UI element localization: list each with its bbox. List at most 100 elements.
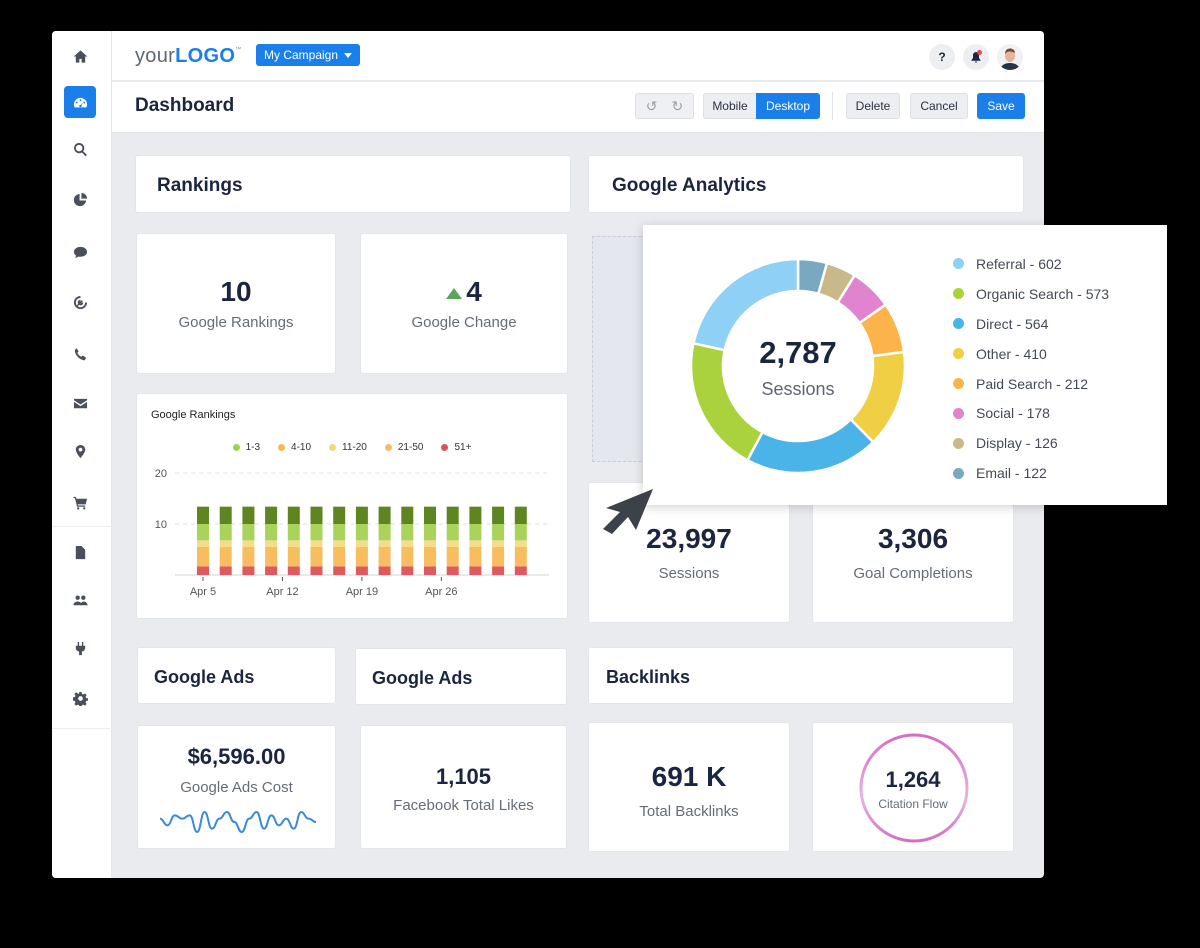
bar-segment-11-20[interactable]: [219, 540, 232, 547]
bar-segment-11-20[interactable]: [265, 540, 278, 547]
donut-legend-item[interactable]: Paid Search - 212: [953, 369, 1109, 399]
donut-legend-item[interactable]: Social - 178: [953, 398, 1109, 428]
desktop-view-button[interactable]: Desktop: [756, 93, 820, 119]
mobile-view-button[interactable]: Mobile: [703, 93, 757, 119]
bar-segment-11-20[interactable]: [492, 540, 505, 547]
bar-segment-4-10[interactable]: [492, 524, 505, 541]
delete-button[interactable]: Delete: [846, 93, 900, 119]
google-ads-cost-widget[interactable]: $6,596.00 Google Ads Cost: [137, 725, 336, 849]
donut-legend-item[interactable]: Organic Search - 573: [953, 279, 1109, 309]
bar-segment-21-50[interactable]: [265, 546, 278, 567]
bar-segment-4-10[interactable]: [287, 524, 300, 541]
bar-segment-11-20[interactable]: [401, 540, 414, 547]
bar-segment-51+[interactable]: [424, 566, 436, 575]
bar-segment-51+[interactable]: [310, 566, 323, 575]
redo-icon[interactable]: ↻: [672, 98, 684, 115]
bar-segment-1-3[interactable]: [219, 506, 232, 524]
bar-segment-21-50[interactable]: [219, 546, 232, 567]
bar-segment-1-3[interactable]: [355, 506, 368, 524]
sidebar-item-settings[interactable]: [64, 682, 96, 714]
total-backlinks-widget[interactable]: 691 K Total Backlinks: [588, 722, 790, 852]
bar-segment-51+[interactable]: [378, 566, 391, 575]
bar-segment-51+[interactable]: [242, 566, 255, 575]
notifications-button[interactable]: [963, 44, 989, 70]
bar-segment-21-50[interactable]: [355, 546, 368, 567]
bar-segment-21-50[interactable]: [492, 546, 505, 567]
bar-segment-1-3[interactable]: [310, 506, 323, 524]
donut-legend-item[interactable]: Referral - 602: [953, 249, 1109, 279]
donut-legend-item[interactable]: Direct - 564: [953, 309, 1109, 339]
bar-segment-1-3[interactable]: [492, 506, 505, 524]
bar-segment-4-10[interactable]: [401, 524, 414, 541]
google-rankings-chart-widget[interactable]: Google Rankings 1-3 4-10 11-20 21-50 51+ 10 2…: [136, 393, 568, 619]
sidebar-item-integrations[interactable]: [64, 632, 96, 664]
bar-segment-51+[interactable]: [197, 566, 209, 575]
bar-segment-51+[interactable]: [265, 566, 278, 575]
bar-segment-4-10[interactable]: [197, 524, 209, 541]
sidebar-item-analytics[interactable]: [64, 183, 96, 215]
bar-segment-21-50[interactable]: [424, 546, 436, 567]
bar-segment-11-20[interactable]: [287, 540, 300, 547]
donut-slice-direct[interactable]: [745, 417, 875, 475]
bar-segment-21-50[interactable]: [310, 546, 323, 567]
bar-segment-1-3[interactable]: [197, 506, 209, 524]
sidebar-item-users[interactable]: [64, 584, 96, 616]
help-button[interactable]: ?: [929, 44, 955, 70]
bar-segment-4-10[interactable]: [265, 524, 278, 541]
sidebar-item-social[interactable]: [64, 236, 96, 268]
sidebar-item-reports[interactable]: [64, 536, 96, 568]
donut-legend-item[interactable]: Display - 126: [953, 428, 1109, 458]
bar-segment-51+[interactable]: [401, 566, 414, 575]
bar-segment-11-20[interactable]: [378, 540, 391, 547]
sidebar-item-ppc[interactable]: [64, 286, 96, 318]
bar-segment-4-10[interactable]: [310, 524, 323, 541]
bar-segment-21-50[interactable]: [378, 546, 391, 567]
bar-segment-4-10[interactable]: [514, 524, 527, 541]
bar-segment-51+[interactable]: [469, 566, 482, 575]
bar-segment-4-10[interactable]: [378, 524, 391, 541]
bar-segment-1-3[interactable]: [287, 506, 300, 524]
bar-segment-51+[interactable]: [446, 566, 459, 575]
bar-segment-51+[interactable]: [333, 566, 346, 575]
google-rankings-widget[interactable]: 10 Google Rankings: [136, 233, 336, 374]
sidebar-item-call-tracking[interactable]: [64, 338, 96, 370]
undo-icon[interactable]: ↺: [646, 98, 658, 115]
bar-segment-21-50[interactable]: [333, 546, 346, 567]
bar-segment-11-20[interactable]: [355, 540, 368, 547]
bar-segment-21-50[interactable]: [446, 546, 459, 567]
bar-segment-11-20[interactable]: [333, 540, 346, 547]
bar-segment-4-10[interactable]: [355, 524, 368, 541]
logo[interactable]: yourLOGO™: [135, 45, 242, 68]
bar-segment-11-20[interactable]: [242, 540, 255, 547]
citation-flow-widget[interactable]: 1,264 Citation Flow: [812, 722, 1014, 852]
bar-segment-11-20[interactable]: [197, 540, 209, 547]
bar-segment-1-3[interactable]: [378, 506, 391, 524]
bar-segment-21-50[interactable]: [287, 546, 300, 567]
sidebar-item-home[interactable]: [64, 40, 96, 72]
google-change-widget[interactable]: 4 Google Change: [360, 233, 568, 374]
bar-segment-1-3[interactable]: [333, 506, 346, 524]
user-avatar[interactable]: [997, 44, 1023, 70]
sidebar-item-dashboard[interactable]: [64, 86, 96, 118]
sidebar-item-seo[interactable]: [64, 133, 96, 165]
bar-segment-4-10[interactable]: [424, 524, 436, 541]
bar-segment-4-10[interactable]: [242, 524, 255, 541]
bar-segment-4-10[interactable]: [333, 524, 346, 541]
sessions-donut-widget[interactable]: 2,787 Sessions Referral - 602 Organic Sea…: [643, 225, 1167, 505]
donut-legend-item[interactable]: Other - 410: [953, 339, 1109, 369]
bar-segment-1-3[interactable]: [469, 506, 482, 524]
bar-segment-51+[interactable]: [287, 566, 300, 575]
bar-segment-11-20[interactable]: [424, 540, 436, 547]
bar-segment-21-50[interactable]: [401, 546, 414, 567]
bar-segment-51+[interactable]: [514, 566, 527, 575]
donut-legend-item[interactable]: Email - 122: [953, 458, 1109, 488]
bar-segment-11-20[interactable]: [446, 540, 459, 547]
bar-segment-21-50[interactable]: [197, 546, 209, 567]
bar-segment-1-3[interactable]: [265, 506, 278, 524]
bar-segment-1-3[interactable]: [242, 506, 255, 524]
bar-segment-4-10[interactable]: [446, 524, 459, 541]
bar-segment-11-20[interactable]: [514, 540, 527, 547]
bar-segment-1-3[interactable]: [424, 506, 436, 524]
bar-segment-51+[interactable]: [492, 566, 505, 575]
bar-segment-21-50[interactable]: [469, 546, 482, 567]
